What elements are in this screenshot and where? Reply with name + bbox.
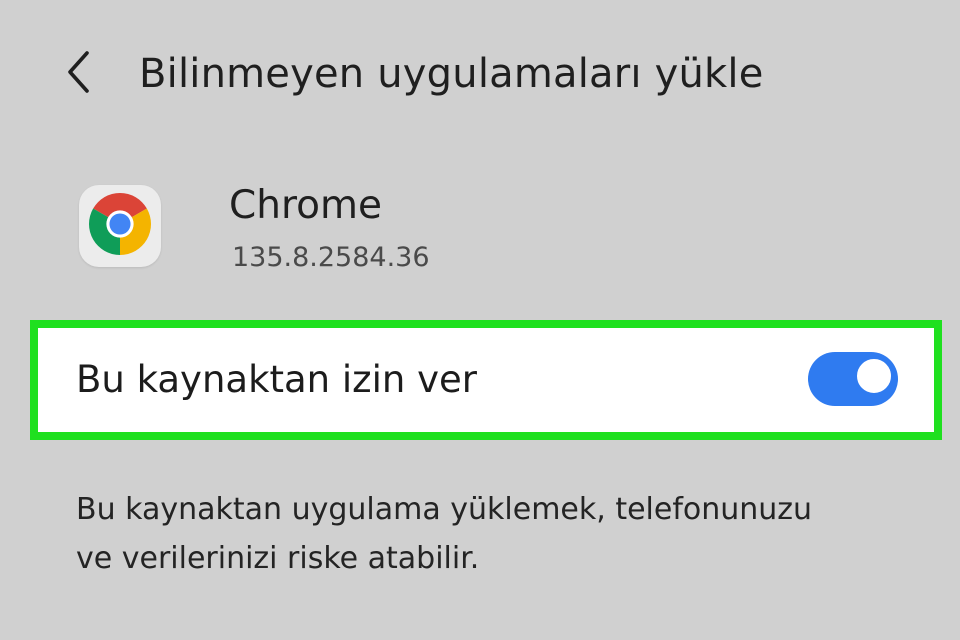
chrome-icon bbox=[89, 193, 151, 259]
warning-line-1: Bu kaynaktan uygulama yüklemek, telefonu… bbox=[76, 492, 813, 527]
chevron-left-icon bbox=[63, 50, 93, 98]
allow-from-source-toggle[interactable] bbox=[808, 352, 898, 406]
back-button[interactable] bbox=[56, 48, 100, 100]
allow-from-source-label: Bu kaynaktan izin ver bbox=[76, 358, 477, 401]
page-title: Bilinmeyen uygulamaları yükle bbox=[139, 51, 764, 97]
warning-line-2: ve verilerinizi riske atabilir. bbox=[76, 541, 480, 576]
toggle-knob bbox=[854, 356, 894, 396]
app-version: 135.8.2584.36 bbox=[232, 242, 430, 273]
app-icon-tile bbox=[79, 185, 161, 267]
warning-text: Bu kaynaktan uygulama yüklemek, telefonu… bbox=[76, 485, 916, 583]
app-name: Chrome bbox=[229, 183, 382, 228]
allow-from-source-row[interactable]: Bu kaynaktan izin ver bbox=[30, 320, 942, 440]
